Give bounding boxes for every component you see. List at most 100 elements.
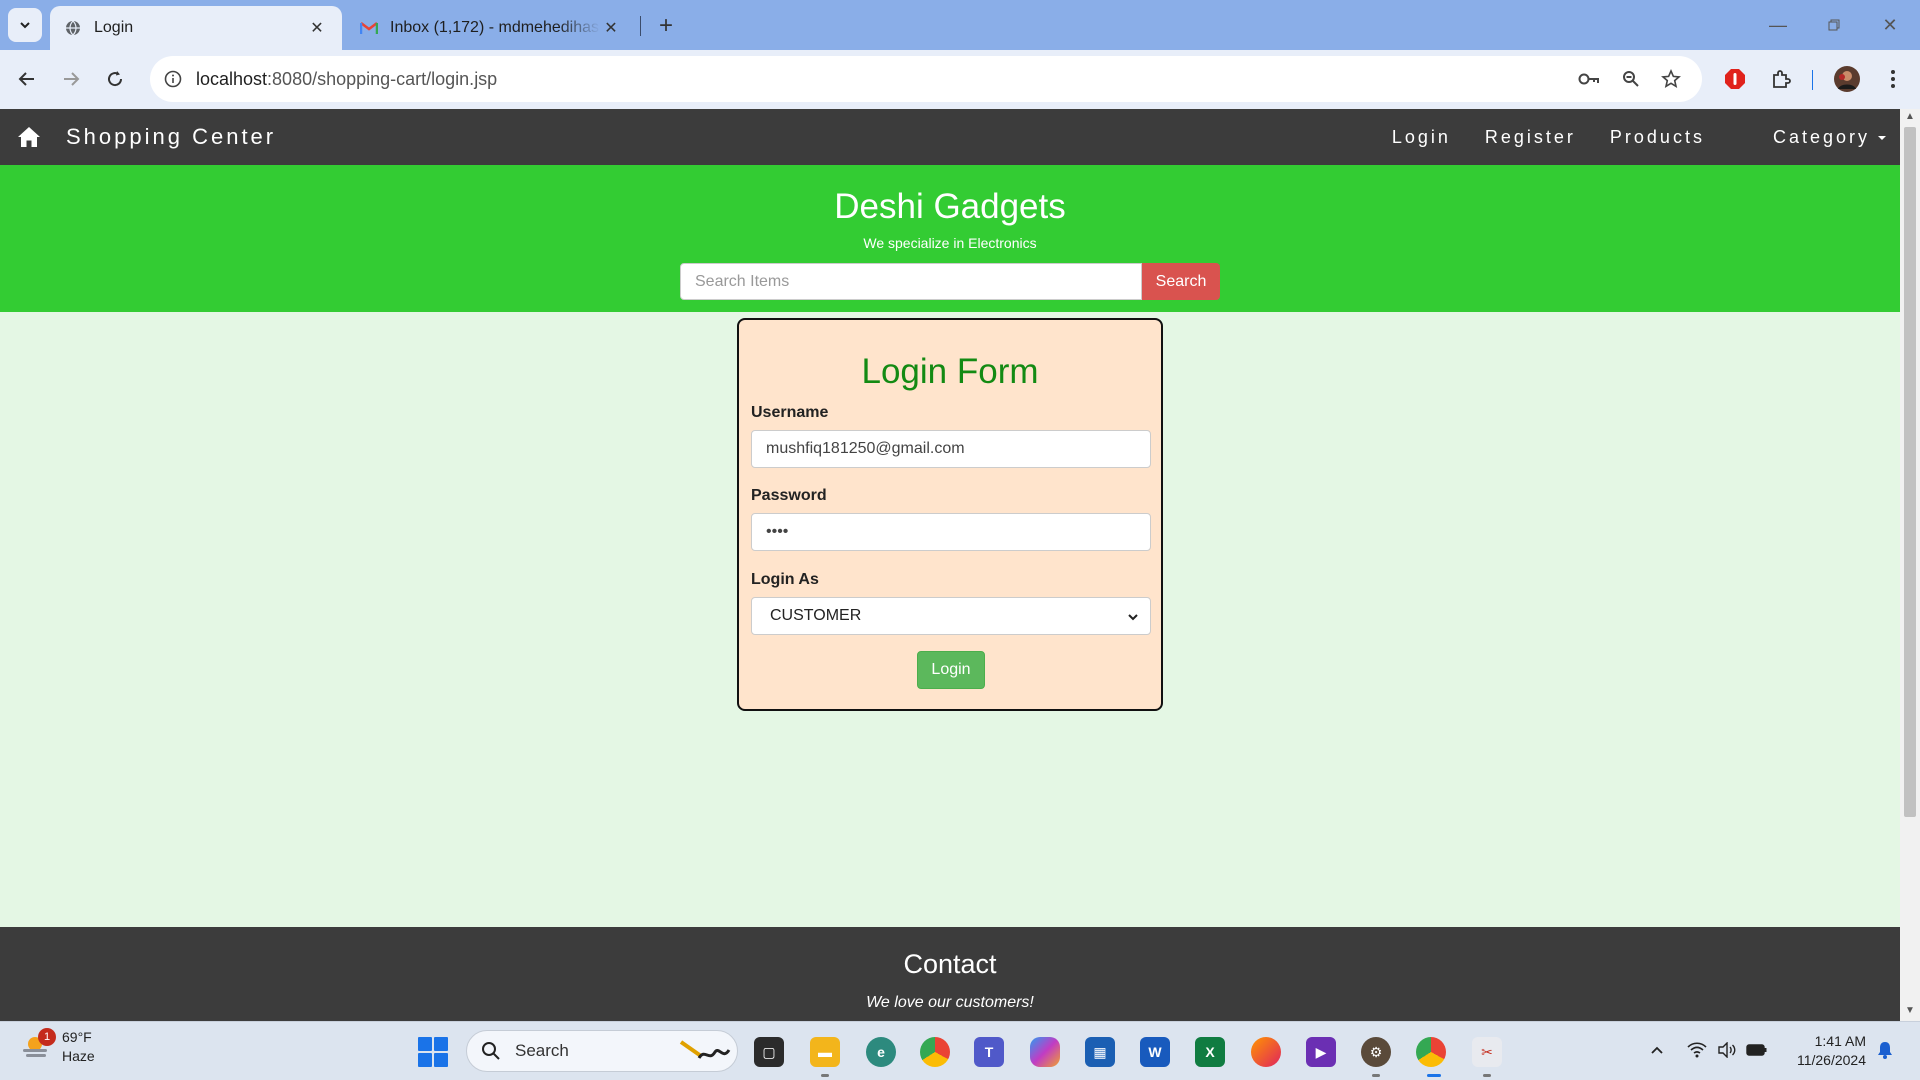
windows-start-button[interactable] — [418, 1037, 448, 1067]
excel-icon[interactable]: X — [1195, 1037, 1225, 1067]
extensions-puzzle-icon[interactable] — [1764, 62, 1798, 96]
browser-menu-icon[interactable] — [1876, 62, 1910, 96]
contact-footer: Contact We love our customers! — [0, 927, 1900, 1021]
login-as-label: Login As — [751, 571, 819, 588]
adblock-extension-icon[interactable] — [1718, 62, 1752, 96]
notification-badge: 1 — [38, 1028, 56, 1046]
chevron-down-icon — [20, 22, 30, 29]
login-form-title: Login Form — [861, 352, 1039, 391]
firefox-icon[interactable] — [1251, 1037, 1281, 1067]
weather-widget[interactable]: 1 69°F Haze — [20, 1028, 95, 1066]
copilot-icon[interactable] — [1030, 1037, 1060, 1067]
username-label: Username — [751, 404, 829, 421]
store-title: Deshi Gadgets — [834, 187, 1066, 226]
show-hidden-icons-chevron-icon[interactable] — [1644, 1037, 1670, 1063]
volume-icon[interactable] — [1714, 1037, 1740, 1063]
search-highlight-icon — [679, 1040, 731, 1059]
tab-login[interactable]: Login ✕ — [50, 6, 342, 50]
system-clock[interactable]: 1:41 AM 11/26/2024 — [1786, 1032, 1866, 1070]
close-window-button[interactable]: ✕ — [1870, 10, 1910, 40]
haze-weather-icon: 1 — [20, 1028, 56, 1062]
forward-button[interactable] — [54, 62, 88, 96]
search-button[interactable]: Search — [1142, 263, 1220, 300]
password-field[interactable]: •••• — [751, 513, 1151, 551]
scroll-up-icon[interactable]: ▲ — [1905, 111, 1915, 122]
snipping-tool-icon[interactable]: ✂ — [1472, 1037, 1502, 1067]
visual-studio-icon[interactable]: ▶ — [1306, 1037, 1336, 1067]
chevron-down-icon — [1128, 614, 1138, 621]
nav-products-link[interactable]: Products — [1610, 127, 1705, 148]
browser-toolbar: localhost:8080/shopping-cart/login.jsp — [0, 50, 1920, 109]
teams-icon[interactable]: T — [974, 1037, 1004, 1067]
scrollbar-thumb[interactable] — [1904, 127, 1916, 817]
profile-avatar[interactable] — [1830, 62, 1864, 96]
microsoft-store-icon[interactable]: ▦ — [1085, 1037, 1115, 1067]
page-scrollbar[interactable]: ▲ ▼ — [1900, 109, 1920, 1021]
login-submit-button[interactable]: Login — [917, 651, 985, 689]
password-label: Password — [751, 487, 827, 504]
word-icon[interactable]: W — [1140, 1037, 1170, 1067]
reload-button[interactable] — [98, 62, 132, 96]
brand-name: Shopping Center — [66, 124, 277, 149]
back-button[interactable] — [10, 62, 44, 96]
windows-taskbar: 1 69°F Haze Search ▢ ▬ e T ▦ W X ▶ ⚙ ✂ 1… — [0, 1021, 1920, 1080]
new-tab-button[interactable]: + — [652, 12, 680, 40]
clock-time: 1:41 AM — [1814, 1033, 1866, 1049]
bookmark-star-icon[interactable] — [1658, 66, 1684, 92]
tab-strip: Login ✕ Inbox (1,172) - mdmehedihasan ✕ … — [0, 0, 1920, 50]
search-form: Search Items Search — [680, 263, 1220, 300]
running-indicator — [1483, 1074, 1491, 1077]
web-page: Shopping Center Login Register Products … — [0, 109, 1900, 1021]
eclipse-ide-icon[interactable]: ⚙ — [1361, 1037, 1391, 1067]
nav-links: Login Register Products Category — [1358, 109, 1886, 165]
url-text: localhost:8080/shopping-cart/login.jsp — [196, 68, 498, 89]
scroll-down-icon[interactable]: ▼ — [1905, 1005, 1915, 1016]
tab-search-button[interactable] — [8, 8, 42, 42]
active-app-indicator — [1427, 1074, 1441, 1077]
site-info-icon[interactable] — [150, 70, 196, 88]
brand-link[interactable]: Shopping Center — [16, 109, 276, 165]
close-tab-icon[interactable]: ✕ — [600, 17, 622, 39]
restore-button[interactable] — [1814, 10, 1854, 40]
file-explorer-icon[interactable]: ▬ — [810, 1037, 840, 1067]
tab-divider — [640, 16, 641, 36]
nav-login-link[interactable]: Login — [1392, 127, 1451, 148]
search-icon — [482, 1042, 500, 1060]
search-input[interactable]: Search Items — [680, 263, 1142, 300]
edge-icon[interactable]: e — [866, 1037, 896, 1067]
contact-subtitle: We love our customers! — [866, 994, 1034, 1011]
login-as-select[interactable]: CUSTOMER — [751, 597, 1151, 635]
store-tagline: We specialize in Electronics — [863, 235, 1037, 251]
arrow-right-icon — [64, 72, 80, 86]
login-as-value: CUSTOMER — [770, 607, 862, 624]
task-view-icon[interactable]: ▢ — [754, 1037, 784, 1067]
chrome-icon[interactable] — [920, 1037, 950, 1067]
contact-title: Contact — [903, 949, 997, 979]
battery-icon[interactable] — [1744, 1037, 1770, 1063]
gmail-icon — [360, 19, 378, 37]
taskbar-search[interactable]: Search — [466, 1030, 738, 1072]
nav-register-link[interactable]: Register — [1485, 127, 1576, 148]
running-indicator — [1372, 1074, 1380, 1077]
tab-inbox[interactable]: Inbox (1,172) - mdmehedihasan ✕ — [346, 6, 636, 50]
close-tab-icon[interactable]: ✕ — [306, 17, 328, 39]
login-form-card: Login Form Username mushfiq181250@gmail.… — [737, 318, 1163, 711]
address-bar[interactable]: localhost:8080/shopping-cart/login.jsp — [150, 56, 1702, 102]
tab-title: Inbox (1,172) - mdmehedihasan — [390, 19, 600, 36]
caret-down-icon — [1878, 135, 1886, 140]
nav-category-dropdown[interactable]: Category — [1739, 127, 1886, 148]
chrome-profile-icon[interactable] — [1416, 1037, 1446, 1067]
wifi-icon[interactable] — [1684, 1037, 1710, 1063]
zoom-icon[interactable] — [1618, 66, 1644, 92]
site-navbar: Shopping Center Login Register Products … — [0, 109, 1900, 165]
key-icon[interactable] — [1576, 66, 1602, 92]
running-indicator — [821, 1074, 829, 1077]
username-field[interactable]: mushfiq181250@gmail.com — [751, 430, 1151, 468]
notification-bell-icon[interactable] — [1872, 1037, 1898, 1063]
clock-date: 11/26/2024 — [1796, 1052, 1866, 1068]
minimize-button[interactable]: — — [1758, 10, 1798, 40]
tab-title: Login — [94, 19, 134, 36]
restore-icon — [1828, 19, 1840, 31]
weather-temperature: 69°F — [62, 1029, 92, 1045]
home-icon — [18, 127, 40, 147]
